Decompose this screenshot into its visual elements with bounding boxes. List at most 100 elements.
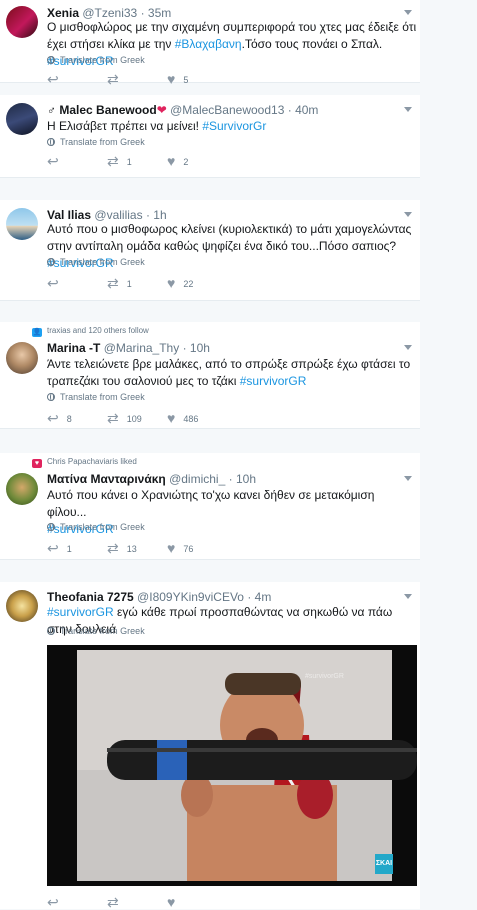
reply-icon: ↩	[47, 71, 59, 87]
media-gif[interactable]: ΣΚΑΙ #survivorGR	[47, 645, 417, 886]
translate-link[interactable]: Translate from Greek	[47, 55, 145, 65]
chevron-down-icon[interactable]	[404, 107, 412, 112]
avatar[interactable]	[6, 103, 38, 135]
like-button[interactable]: ♥ 486	[167, 411, 198, 425]
retweet-button[interactable]: ⇄ 109	[107, 411, 142, 425]
heart-icon: ♥	[32, 459, 42, 468]
user-handle[interactable]: @Tzeni33	[82, 6, 137, 20]
like-button[interactable]: ♥ 5	[167, 72, 188, 86]
hashtag-link[interactable]: #survivorGR	[240, 374, 307, 388]
media-frame	[47, 645, 417, 886]
avatar[interactable]	[6, 473, 38, 505]
tweet-actions: ↩ ⇄ 1 ♥ 22	[47, 276, 347, 290]
timestamp[interactable]: 40m	[295, 103, 318, 117]
social-context[interactable]: ♥ Chris Papachaviaris liked	[32, 457, 137, 468]
retweet-button[interactable]: ⇄ 1	[107, 276, 132, 290]
hashtag-link[interactable]: #survivorGR	[47, 605, 114, 619]
tweet-text: Άντε τελειώνετε βρε μαλάκες, από το σπρώ…	[47, 357, 411, 388]
user-name[interactable]: Marina -T	[47, 341, 100, 355]
retweet-icon: ⇄	[107, 894, 119, 910]
like-button[interactable]: ♥ 76	[167, 541, 193, 555]
tweet-3[interactable]: Val Ilias @valilias · 1h Αυτό που ο μισθ…	[0, 200, 420, 301]
reply-button[interactable]: ↩	[47, 276, 67, 290]
avatar[interactable]	[6, 342, 38, 374]
tweet-6[interactable]: Theofania 7275 @I809YKin9viCEVo · 4m #su…	[0, 582, 420, 909]
tweet-5[interactable]: ♥ Chris Papachaviaris liked Ματίνα Μανταρ…	[0, 453, 420, 560]
tweet-actions: ↩ ⇄ ♥	[47, 895, 347, 909]
reply-icon: ↩	[47, 894, 59, 910]
translate-link[interactable]: Translate from Greek	[47, 257, 145, 267]
timestamp[interactable]: 35m	[148, 6, 171, 20]
retweet-button[interactable]: ⇄ 13	[107, 541, 137, 555]
tweet-header: Ματίνα Μανταρινάκη @dimichi_ · 10h	[47, 472, 256, 486]
hashtag-link[interactable]: #Βλαχαβανη	[175, 37, 242, 51]
user-handle[interactable]: @MalecBanewood13	[170, 103, 284, 117]
timestamp[interactable]: 1h	[153, 208, 166, 222]
user-handle[interactable]: @dimichi_	[169, 472, 225, 486]
tweet-actions: ↩ 1 ⇄ 13 ♥ 76	[47, 541, 347, 555]
translate-link[interactable]: Translate from Greek	[47, 137, 145, 147]
globe-icon	[47, 138, 55, 146]
like-button[interactable]: ♥ 22	[167, 276, 193, 290]
reply-icon: ↩	[47, 275, 59, 291]
chevron-down-icon[interactable]	[404, 594, 412, 599]
tweet-header: Theofania 7275 @I809YKin9viCEVo · 4m	[47, 590, 272, 604]
social-context[interactable]: 👤 traxias and 120 others follow	[32, 326, 149, 337]
like-button[interactable]: ♥	[167, 895, 183, 909]
user-name[interactable]: Ματίνα Μανταρινάκη	[47, 472, 166, 486]
user-handle[interactable]: @valilias	[94, 208, 142, 222]
chevron-down-icon[interactable]	[404, 10, 412, 15]
tweet-text: Η Ελισάβετ πρέπει να μείνει! #SurvivorGr	[47, 119, 267, 133]
heart-icon: ♥	[167, 540, 176, 556]
retweet-icon: ⇄	[107, 540, 119, 556]
avatar[interactable]	[6, 208, 38, 240]
reply-icon: ↩	[47, 153, 59, 169]
tweet-2[interactable]: ♂ Malec Banewood❤ @MalecBanewood13 · 40m…	[0, 95, 420, 178]
chevron-down-icon[interactable]	[404, 345, 412, 350]
channel-logo: ΣΚΑΙ	[375, 854, 393, 874]
tweet-4[interactable]: 👤 traxias and 120 others follow Marina -T…	[0, 322, 420, 429]
retweet-icon: ⇄	[107, 410, 119, 426]
heart-icon: ♥	[167, 410, 176, 426]
reply-button[interactable]: ↩ 1	[47, 541, 72, 555]
translate-link[interactable]: Translate from Greek	[47, 626, 145, 636]
user-handle[interactable]: @I809YKin9viCEVo	[137, 590, 244, 604]
reply-button[interactable]: ↩ 8	[47, 411, 72, 425]
retweet-button[interactable]: ⇄	[107, 72, 127, 86]
hashtag-link[interactable]: #SurvivorGr	[202, 119, 266, 133]
avatar[interactable]	[6, 6, 38, 38]
globe-icon	[47, 627, 55, 635]
user-name[interactable]: Malec Banewood	[59, 103, 156, 117]
tweet-header: Val Ilias @valilias · 1h	[47, 208, 167, 222]
reply-button[interactable]: ↩	[47, 895, 67, 909]
retweet-icon: ⇄	[107, 275, 119, 291]
timestamp[interactable]: 4m	[255, 590, 272, 604]
retweet-button[interactable]: ⇄ 1	[107, 154, 132, 168]
translate-link[interactable]: Translate from Greek	[47, 392, 145, 402]
globe-icon	[47, 523, 55, 531]
tweet-header: Marina -T @Marina_Thy · 10h	[47, 341, 210, 355]
reply-icon: ↩	[47, 410, 59, 426]
like-button[interactable]: ♥ 2	[167, 154, 188, 168]
user-handle[interactable]: @Marina_Thy	[104, 341, 180, 355]
retweet-icon: ⇄	[107, 153, 119, 169]
globe-icon	[47, 56, 55, 64]
user-name[interactable]: Xenia	[47, 6, 79, 20]
heart-icon: ♥	[167, 894, 176, 910]
tweet-1[interactable]: Xenia @Tzeni33 · 35m Ο μισθοφλώρος με τη…	[0, 0, 420, 86]
tweet-actions: ↩ 8 ⇄ 109 ♥ 486	[47, 411, 347, 425]
follow-person-icon: 👤	[32, 328, 42, 337]
reply-button[interactable]: ↩	[47, 154, 67, 168]
tweet-actions: ↩ ⇄ 1 ♥ 2	[47, 154, 347, 168]
reply-button[interactable]: ↩	[47, 72, 67, 86]
tweet-actions: ↩ ⇄ ♥ 5	[47, 72, 347, 86]
timestamp[interactable]: 10h	[190, 341, 210, 355]
retweet-button[interactable]: ⇄	[107, 895, 127, 909]
timestamp[interactable]: 10h	[236, 472, 256, 486]
avatar[interactable]	[6, 590, 38, 622]
user-name[interactable]: Theofania 7275	[47, 590, 134, 604]
user-name[interactable]: Val Ilias	[47, 208, 91, 222]
chevron-down-icon[interactable]	[404, 476, 412, 481]
translate-link[interactable]: Translate from Greek	[47, 522, 145, 532]
chevron-down-icon[interactable]	[404, 212, 412, 217]
